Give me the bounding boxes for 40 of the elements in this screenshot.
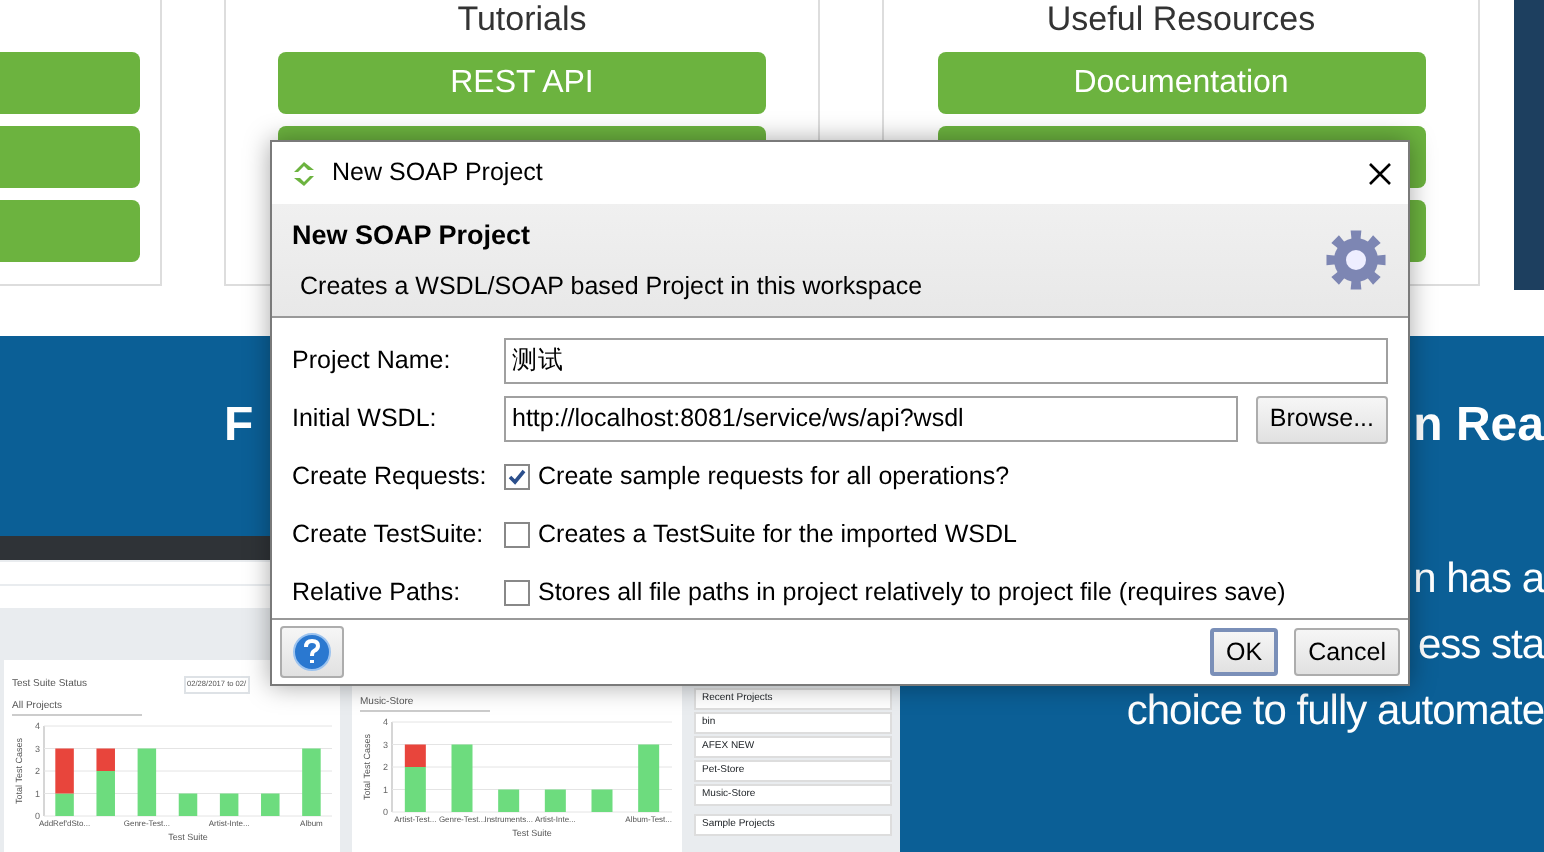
checkbox[interactable] (504, 522, 530, 549)
checkbox[interactable] (504, 464, 530, 491)
field-label: Initial WSDL: (292, 402, 439, 437)
bar (261, 793, 280, 816)
bar (591, 789, 613, 812)
banner-headline: F (224, 396, 254, 456)
bar (544, 789, 566, 812)
checkbox[interactable] (504, 580, 530, 607)
text-field[interactable]: http://localhost:8081/service/ws/api?wsdl (504, 396, 1238, 443)
bar (451, 744, 473, 812)
close-icon[interactable] (1368, 161, 1392, 186)
bar (638, 744, 660, 812)
ok-button[interactable]: OK (1210, 627, 1279, 676)
field-label: Create TestSuite: (292, 518, 486, 553)
banner-text: choice to fully automate (1126, 686, 1544, 738)
y-axis (391, 721, 393, 813)
help-button[interactable] (280, 625, 344, 678)
banner-text: ess sta (1417, 620, 1544, 672)
header-title: New SOAP Project (292, 217, 533, 254)
checkbox-label[interactable]: Stores all file paths in project relatively to project file (requires save) (538, 574, 1286, 613)
section-heading: Tutorials (457, 0, 587, 40)
bar (137, 748, 157, 816)
section-heading: Useful Resources (1046, 0, 1316, 40)
bar (302, 748, 321, 816)
checkbox-label[interactable]: Create sample requests for all operations? (538, 458, 1010, 497)
y-axis (43, 725, 45, 817)
field-label: Create Requests: (292, 460, 489, 495)
browse-button[interactable]: Browse... (1255, 395, 1388, 444)
checkbox-label[interactable]: Creates a TestSuite for the imported WSDL (538, 516, 1017, 555)
field-label: Relative Paths: (292, 576, 463, 611)
banner-headline: n Rea (1413, 396, 1544, 456)
help-icon (292, 631, 332, 672)
gear-icon (1324, 228, 1388, 293)
field-label: Project Name: (292, 344, 453, 379)
window-title: New SOAP Project (332, 156, 545, 191)
banner-text: n has a (1413, 554, 1544, 606)
bar (498, 789, 520, 812)
cancel-button[interactable]: Cancel (1294, 627, 1400, 676)
text-field[interactable]: 测试 (504, 338, 1388, 385)
header-description: Creates a WSDL/SOAP based Project in this workspace (298, 269, 923, 304)
